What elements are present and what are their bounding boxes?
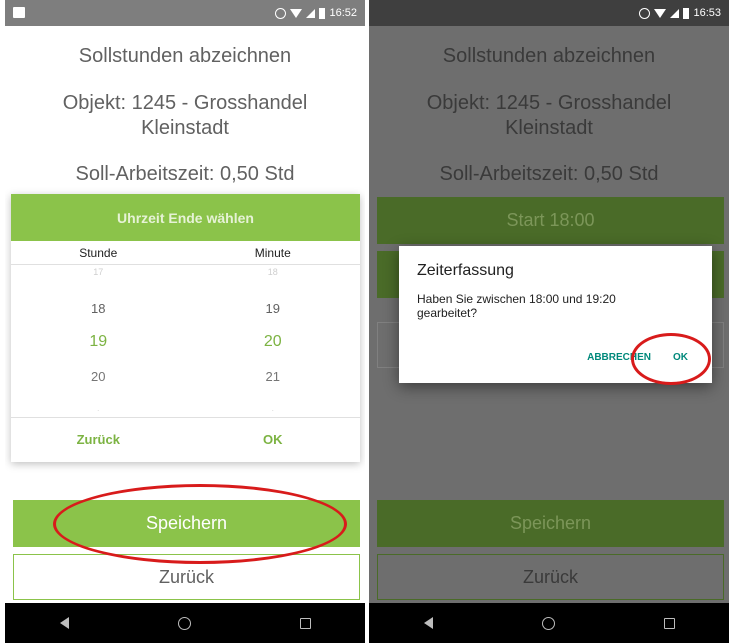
wifi-icon [654, 8, 667, 18]
nav-home-icon[interactable] [177, 616, 191, 630]
phone-screen-left: 16:52 Sollstunden abzeichnen Objekt: 124… [5, 0, 365, 643]
start-time-button[interactable]: Start 18:00 [377, 197, 724, 244]
object-line-1: Objekt: 1245 - Grosshandel [426, 92, 672, 114]
minute-value-selected[interactable]: 20 [186, 333, 361, 351]
minute-column-label: Minute [254, 245, 291, 260]
picker-wheels[interactable]: 17 18 18 19 19 20 20 21 · · [11, 265, 360, 417]
page-title: Sollstunden abzeichnen [442, 45, 656, 67]
confirm-dialog: Zeiterfassung Haben Sie zwischen 18:00 u… [399, 246, 712, 383]
alarm-icon [275, 7, 287, 19]
object-label: Objekt: 1245 - Grosshandel Kleinstadt [369, 91, 729, 141]
hour-value[interactable]: 17 [11, 267, 186, 277]
hour-value[interactable]: 18 [11, 301, 186, 316]
object-label: Objekt: 1245 - Grosshandel Kleinstadt [5, 91, 365, 141]
dialog-ok-button[interactable]: OK [673, 352, 688, 363]
status-time: 16:53 [693, 7, 721, 19]
status-time: 16:52 [329, 7, 357, 19]
image-notification-icon [13, 7, 25, 18]
hour-value[interactable]: 20 [11, 369, 186, 384]
alarm-icon [639, 7, 651, 19]
signal-icon [306, 8, 316, 18]
navigation-bar [369, 603, 729, 643]
battery-icon [319, 7, 326, 19]
nav-home-icon[interactable] [541, 616, 555, 630]
status-bar: 16:52 [5, 0, 365, 26]
time-picker-dialog: Uhrzeit Ende wählen Stunde Minute 17 18 … [11, 194, 360, 462]
picker-column-headers: Stunde Minute [11, 241, 360, 265]
wheel-row[interactable]: 17 18 [11, 267, 360, 277]
back-button[interactable]: Zurück [13, 554, 360, 600]
nav-back-icon[interactable] [423, 617, 433, 629]
navigation-bar [5, 603, 365, 643]
wheel-row-selected[interactable]: 19 20 [11, 333, 360, 351]
hour-value-selected[interactable]: 19 [11, 333, 186, 351]
wheel-row[interactable]: 20 21 [11, 369, 360, 384]
signal-icon [670, 8, 680, 18]
save-button[interactable]: Speichern [13, 500, 360, 547]
dialog-actions: ABBRECHEN OK [587, 352, 688, 363]
status-bar: 16:53 [369, 0, 729, 26]
nav-recents-icon[interactable] [299, 617, 311, 629]
page-title: Sollstunden abzeichnen [78, 45, 292, 67]
soll-arbeitszeit: Soll-Arbeitszeit: 0,50 Std [439, 163, 659, 185]
object-line-2: Kleinstadt [141, 117, 229, 139]
dialog-cancel-button[interactable]: ABBRECHEN [587, 352, 651, 363]
picker-back-button[interactable]: Zurück [11, 432, 186, 447]
phone-screen-right: 16:53 Sollstunden abzeichnen Objekt: 124… [369, 0, 729, 643]
wheel-row[interactable]: 18 19 [11, 301, 360, 316]
minute-value[interactable]: 18 [186, 267, 361, 277]
wheel-row[interactable]: · · [11, 405, 360, 415]
minute-value[interactable]: 19 [186, 301, 361, 316]
battery-icon [683, 7, 690, 19]
soll-arbeitszeit: Soll-Arbeitszeit: 0,50 Std [75, 163, 295, 185]
picker-ok-button[interactable]: OK [186, 432, 361, 447]
wifi-icon [290, 8, 303, 18]
object-line-2: Kleinstadt [505, 117, 593, 139]
hour-column-label: Stunde [79, 245, 118, 260]
object-line-1: Objekt: 1245 - Grosshandel [62, 92, 308, 114]
nav-back-icon[interactable] [59, 617, 69, 629]
minute-value[interactable]: 21 [186, 369, 361, 384]
minute-value[interactable]: · [186, 405, 361, 415]
dialog-title: Zeiterfassung [417, 262, 514, 279]
nav-recents-icon[interactable] [663, 617, 675, 629]
picker-header: Uhrzeit Ende wählen [11, 194, 360, 241]
picker-actions: Zurück OK [11, 417, 360, 461]
dialog-message: Haben Sie zwischen 18:00 und 19:20 gearb… [417, 292, 616, 320]
hour-value[interactable]: · [11, 405, 186, 415]
back-button[interactable]: Zurück [377, 554, 724, 600]
save-button[interactable]: Speichern [377, 500, 724, 547]
